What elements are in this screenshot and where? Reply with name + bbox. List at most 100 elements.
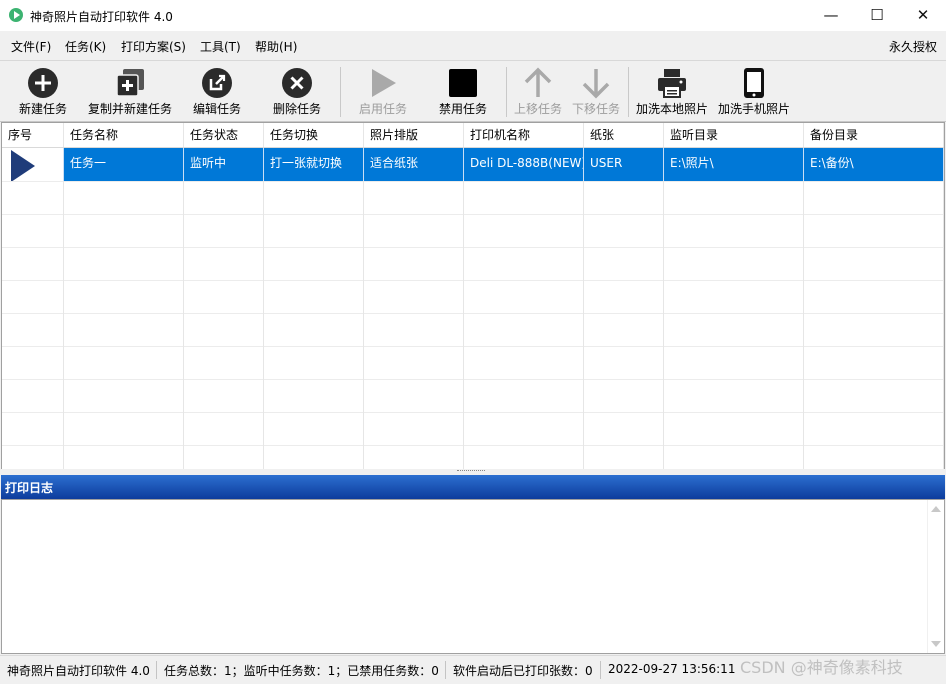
empty-cell [804,247,944,280]
table-row[interactable]: 1 任务一 监听中 打一张就切换 适合纸张 Deli DL-888B(NEW) … [2,148,944,182]
toolbar-separator [340,67,341,117]
status-separator [600,661,601,679]
scroll-down-icon[interactable] [931,641,941,647]
empty-cell [364,214,464,247]
watermark: CSDN @神奇像素科技 [740,658,903,677]
empty-cell [264,412,364,445]
empty-cell [804,181,944,214]
empty-cell [804,214,944,247]
column-header[interactable]: 监听目录 [664,123,804,147]
empty-table-row [2,379,944,413]
empty-cell [2,412,64,445]
empty-cell [804,379,944,412]
empty-cell [264,445,364,469]
task-table[interactable]: 序号 任务名称 任务状态 任务切换 照片排版 打印机名称 纸张 监听目录 备份目… [1,122,945,470]
empty-cell [64,214,184,247]
column-header[interactable]: 照片排版 [364,123,464,147]
phone-icon [744,68,764,98]
empty-cell [184,181,264,214]
delete-task-button[interactable]: 删除任务 [266,61,328,119]
empty-cell [584,280,664,313]
column-header[interactable]: 纸张 [584,123,664,147]
plus-circle-icon [28,68,58,98]
menu-file[interactable]: 文件(F) [11,38,51,55]
column-header[interactable]: 打印机名称 [464,123,584,147]
copy-add-icon [116,69,144,97]
print-log-area[interactable] [1,499,945,654]
print-phone-photo-button[interactable]: 加洗手机照片 [716,61,792,119]
column-header[interactable]: 备份目录 [804,123,944,147]
current-row-indicator-icon [11,150,35,181]
empty-cell [364,181,464,214]
empty-cell [184,412,264,445]
enable-task-button[interactable]: 启用任务 [352,61,414,119]
menu-print-plan[interactable]: 打印方案(S) [121,38,186,55]
column-header[interactable]: 序号 [2,123,64,147]
edit-task-button[interactable]: 编辑任务 [186,61,248,119]
license-status: 永久授权 [888,40,937,54]
empty-cell [464,445,584,469]
empty-cell [464,313,584,346]
log-title: 打印日志 [5,481,54,495]
empty-cell [264,379,364,412]
cell-backup-dir[interactable]: E:\备份\ [804,148,944,181]
window-title: 神奇照片自动打印软件 4.0 [30,10,173,24]
log-header: 打印日志 [1,475,945,499]
maximize-button[interactable]: ☐ [854,0,900,31]
menu-help[interactable]: 帮助(H) [255,38,297,55]
cell-watch-dir[interactable]: E:\照片\ [664,148,804,181]
cell-photo-layout[interactable]: 适合纸张 [364,148,464,181]
menu-tools[interactable]: 工具(T) [200,38,241,55]
empty-cell [64,313,184,346]
status-separator [445,661,446,679]
new-task-button[interactable]: 新建任务 [12,61,74,119]
empty-cell [804,280,944,313]
column-header[interactable]: 任务切换 [264,123,364,147]
column-header[interactable]: 任务状态 [184,123,264,147]
close-circle-icon [282,68,312,98]
cell-task-switch[interactable]: 打一张就切换 [264,148,364,181]
menu-task[interactable]: 任务(K) [65,38,106,55]
empty-cell [184,346,264,379]
minimize-button[interactable]: — [808,0,854,31]
cell-printer-name[interactable]: Deli DL-888B(NEW) [464,148,584,181]
empty-cell [584,346,664,379]
scroll-up-icon[interactable] [931,506,941,512]
empty-cell [264,181,364,214]
empty-cell [584,247,664,280]
empty-cell [364,313,464,346]
splitter-grip-icon [457,470,485,473]
empty-cell [364,412,464,445]
status-app-name: 神奇照片自动打印软件 4.0 [7,664,150,678]
close-button[interactable]: ✕ [900,0,946,31]
empty-cell [664,313,804,346]
disable-task-button[interactable]: 禁用任务 [432,61,494,119]
cell-task-status[interactable]: 监听中 [184,148,264,181]
toolbar-separator [506,67,507,117]
empty-cell [664,247,804,280]
empty-cell [584,181,664,214]
cell-task-name[interactable]: 任务一 [64,148,184,181]
app-icon [9,8,23,22]
empty-cell [664,181,804,214]
copy-new-task-button[interactable]: 复制并新建任务 [84,61,176,119]
column-header[interactable]: 任务名称 [64,123,184,147]
move-down-button[interactable]: 下移任务 [568,61,624,119]
empty-cell [584,313,664,346]
move-up-button[interactable]: 上移任务 [510,61,566,119]
log-scrollbar[interactable] [927,500,944,653]
splitter[interactable] [0,469,946,474]
empty-cell [464,247,584,280]
empty-cell [184,379,264,412]
printer-icon [658,69,686,98]
cell-paper[interactable]: USER [584,148,664,181]
empty-cell [64,379,184,412]
empty-cell [264,247,364,280]
empty-cell [664,379,804,412]
title-bar: 神奇照片自动打印软件 4.0 — ☐ ✕ [0,0,946,31]
print-local-photo-button[interactable]: 加洗本地照片 [634,61,710,119]
empty-cell [64,181,184,214]
status-task-counts: 任务总数：1；监听中任务数：1；已禁用任务数：0 [164,664,439,678]
cell-index[interactable]: 1 [38,148,64,181]
status-printed-count: 软件启动后已打印张数：0 [453,664,593,678]
